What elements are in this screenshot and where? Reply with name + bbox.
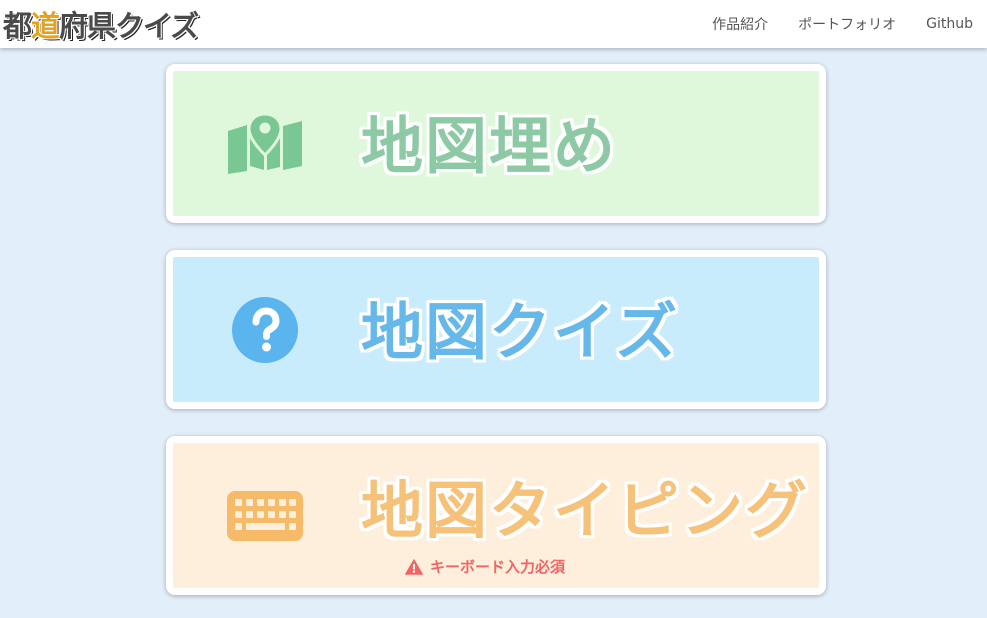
keyboard-required-warning: キーボード入力必須 [405, 556, 565, 577]
menu-card-title: 地図クイズ [361, 294, 680, 368]
warning-triangle-icon [405, 558, 423, 575]
question-circle-icon [225, 290, 305, 370]
keyboard-icon [225, 476, 305, 556]
menu-card-map-quiz-inner: 地図クイズ [173, 257, 819, 402]
map-location-icon [225, 104, 305, 184]
header-bar: 都道府県クイズ 作品紹介 ポートフォリオ Github [0, 0, 987, 48]
nav-link-about[interactable]: 作品紹介 [712, 14, 768, 34]
nav-link-portfolio[interactable]: ポートフォリオ [798, 14, 896, 34]
menu-card-title: 地図タイピング [361, 473, 810, 547]
header-nav: 作品紹介 ポートフォリオ Github [682, 0, 973, 48]
nav-link-github[interactable]: Github [926, 16, 973, 32]
warning-text: キーボード入力必須 [430, 558, 566, 576]
menu-card-map-quiz[interactable]: 地図クイズ [166, 250, 826, 409]
logo-text-accent: 道 [31, 9, 60, 43]
menu-card-map-typing-inner: 地図タイピング キーボード入力必須 [173, 443, 819, 588]
logo-text-start: 都 [3, 9, 32, 43]
logo-text-end: 府県クイズ [59, 9, 199, 43]
menu-card-map-typing[interactable]: 地図タイピング キーボード入力必須 [166, 436, 826, 595]
menu-card-title: 地図埋め [361, 108, 618, 182]
menu-card-map-fill-inner: 地図埋め [173, 71, 819, 216]
site-logo[interactable]: 都道府県クイズ [3, 3, 199, 45]
menu-card-map-fill[interactable]: 地図埋め [166, 64, 826, 223]
